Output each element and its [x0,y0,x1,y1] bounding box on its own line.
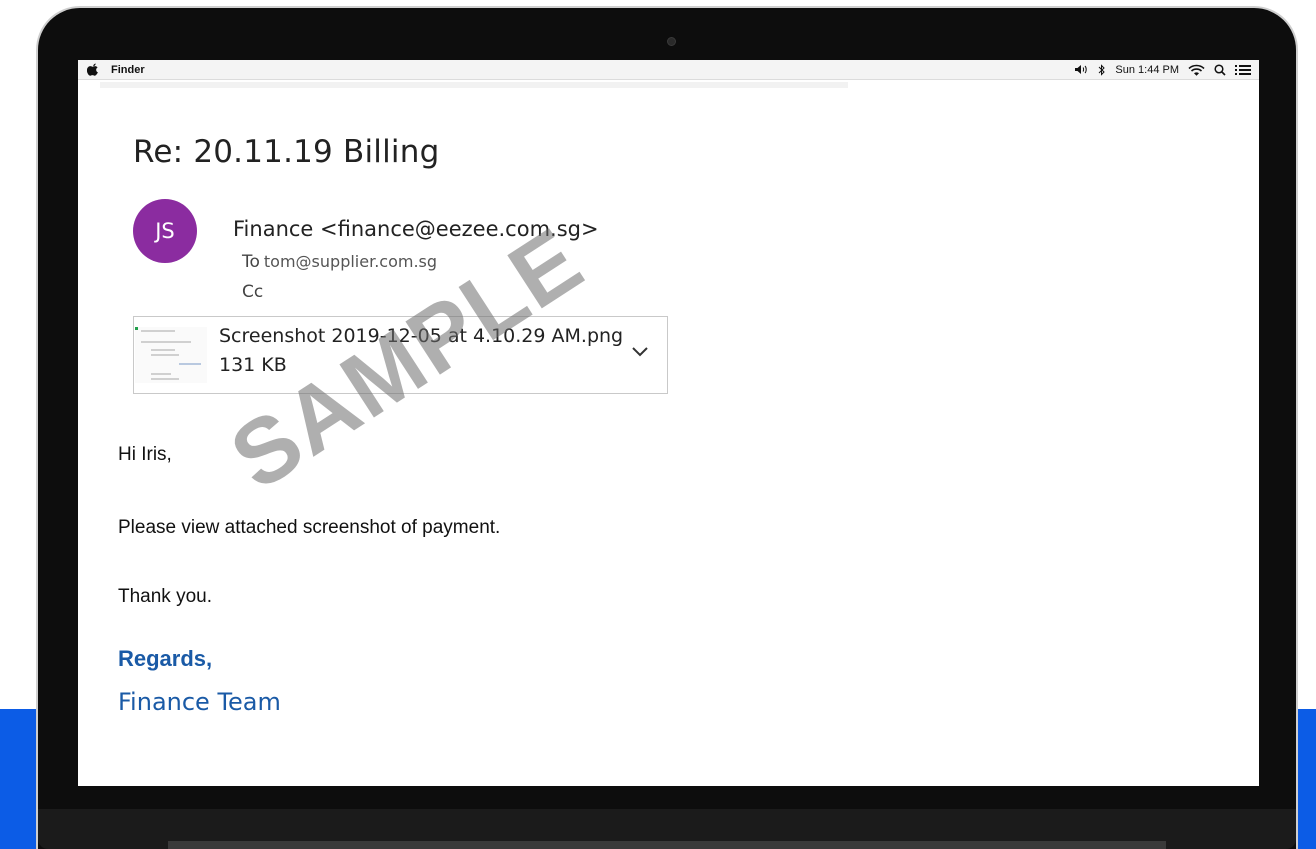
laptop-base [38,809,1296,849]
apple-icon[interactable] [86,63,99,76]
active-app-name[interactable]: Finder [111,64,145,76]
spotlight-search-icon[interactable] [1214,63,1226,76]
laptop-hinge [168,841,1166,849]
status-area: Sun 1:44 PM [1074,60,1251,79]
avatar: JS [133,199,197,263]
toolbar-strip [100,82,848,88]
laptop-frame: Finder Sun 1:44 PM Re: 20.11.19 Billing … [38,8,1296,849]
recipient-line: To tom@supplier.com.sg [242,252,437,272]
email-signature: Finance Team [118,688,281,716]
to-address[interactable]: tom@supplier.com.sg [264,252,437,271]
email-body: Please view attached screenshot of payme… [118,517,501,538]
sender-address[interactable]: Finance <finance@eezee.com.sg> [233,217,599,241]
email-subject: Re: 20.11.19 Billing [133,134,440,170]
camera [667,37,676,46]
email-closing: Thank you. [118,586,212,607]
attachment-card[interactable]: Screenshot 2019-12-05 at 4.10.29 AM.png … [133,316,668,394]
avatar-initials: JS [155,219,175,243]
email-signoff: Regards, [118,646,213,671]
menu-list-icon[interactable] [1235,64,1251,76]
attachment-name[interactable]: Screenshot 2019-12-05 at 4.10.29 AM.png [219,325,623,347]
menu-bar: Finder Sun 1:44 PM [78,60,1259,80]
clock[interactable]: Sun 1:44 PM [1115,64,1179,76]
email-greeting: Hi Iris, [118,444,172,465]
attachment-thumbnail[interactable] [135,327,207,383]
cc-label: Cc [242,282,264,302]
bluetooth-icon[interactable] [1098,63,1106,76]
chevron-down-icon[interactable] [630,344,650,358]
wifi-icon[interactable] [1188,64,1205,76]
screen: Finder Sun 1:44 PM Re: 20.11.19 Billing … [78,60,1259,786]
volume-icon[interactable] [1074,64,1089,75]
to-label: To [242,252,260,272]
attachment-size: 131 KB [219,354,287,376]
